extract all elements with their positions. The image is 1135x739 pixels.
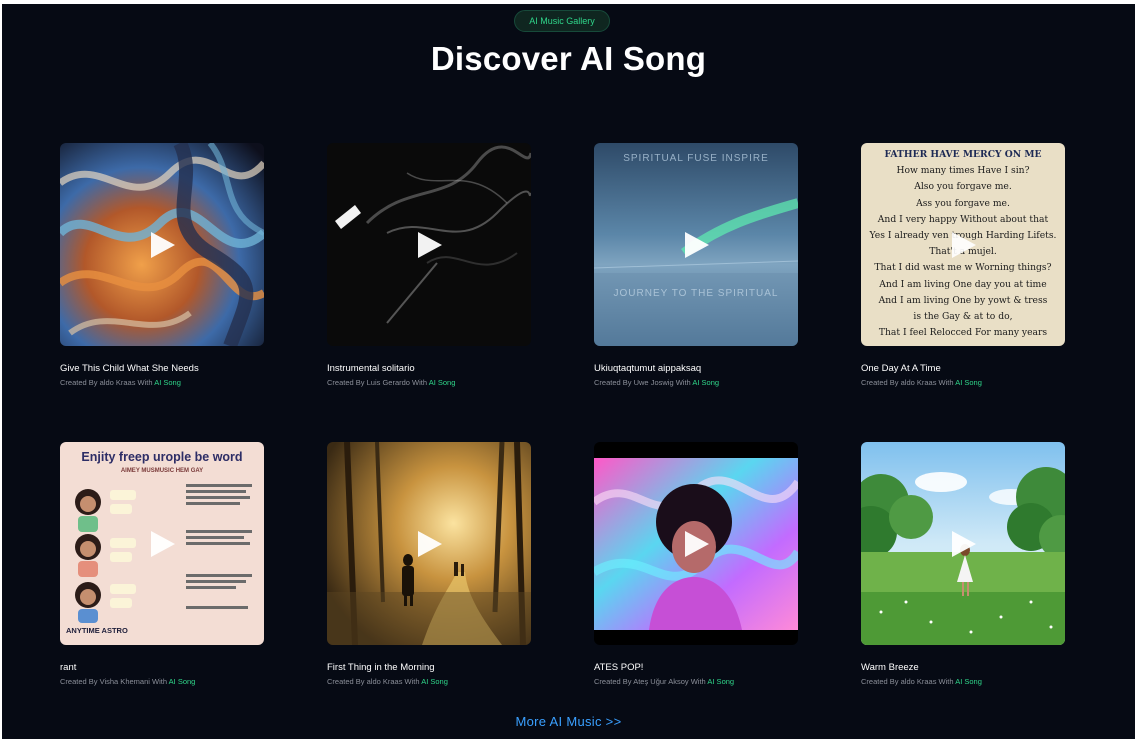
brand-link[interactable]: AI Song xyxy=(429,378,456,387)
brand-link[interactable]: AI Song xyxy=(707,677,734,686)
creator-text: Created By Uwe Joswig With xyxy=(594,378,693,387)
creator-text: Created By aldo Kraas With xyxy=(861,677,956,686)
creator-text: Created By Ateş Uğur Aksoy With xyxy=(594,677,708,686)
song-credit: Created By aldo Kraas With AI Song xyxy=(861,677,982,686)
cover-lyric-line: Ass you forgave me. xyxy=(916,197,1010,209)
cover-lyric-line: Also you forgave me. xyxy=(914,181,1012,193)
cover-lyric-line: And I am living One day you at time xyxy=(879,278,1047,290)
cover-top-text: SPIRITUAL FUSE INSPIRE xyxy=(623,153,769,164)
song-cover[interactable] xyxy=(327,143,531,346)
song-credit: Created By aldo Kraas With AI Song xyxy=(327,677,448,686)
cover-bottom-text: JOURNEY TO THE SPIRITUAL xyxy=(613,288,779,299)
song-card[interactable]: Instrumental solitario Created By Luis G… xyxy=(327,143,531,387)
song-title[interactable]: First Thing in the Morning xyxy=(327,662,435,673)
page-title: Discover AI Song xyxy=(430,40,707,77)
song-cover[interactable] xyxy=(594,442,798,645)
song-credit: Created By Uwe Joswig With AI Song xyxy=(594,378,719,387)
song-title[interactable]: Warm Breeze xyxy=(861,662,919,673)
cover-lyric-line: And I am living One by yowt & tress xyxy=(878,294,1048,306)
cover-footer: ANYTIME ASTRO xyxy=(66,626,128,635)
song-title[interactable]: Give This Child What She Needs xyxy=(60,363,199,374)
play-icon[interactable] xyxy=(147,230,177,260)
brand-link[interactable]: AI Song xyxy=(955,378,982,387)
play-icon[interactable] xyxy=(681,230,711,260)
song-cover[interactable]: FATHER HAVE MERCY ON ME How many times Ha… xyxy=(861,143,1065,346)
play-icon[interactable] xyxy=(948,230,978,260)
brand-link[interactable]: AI Song xyxy=(421,677,448,686)
more-music-link[interactable]: More AI Music >> xyxy=(2,714,1135,729)
brand-link[interactable]: AI Song xyxy=(154,378,181,387)
play-icon[interactable] xyxy=(681,529,711,559)
song-credit: Created By Luis Gerardo With AI Song xyxy=(327,378,455,387)
play-icon[interactable] xyxy=(414,230,444,260)
creator-text: Created By aldo Kraas With xyxy=(60,378,155,387)
song-card[interactable]: Enjity freep urople be word AIMEY MUSMUS… xyxy=(60,442,264,686)
song-title[interactable]: Ukiuqtaqtumut aippaksaq xyxy=(594,363,701,374)
play-icon[interactable] xyxy=(414,529,444,559)
cover-lyric-line: That I did wast me w Worning things? xyxy=(874,262,1052,274)
creator-text: Created By aldo Kraas With xyxy=(327,677,422,686)
song-title[interactable]: One Day At A Time xyxy=(861,363,941,374)
song-card[interactable]: Warm Breeze Created By aldo Kraas With A… xyxy=(861,442,1065,686)
song-credit: Created By Ateş Uğur Aksoy With AI Song xyxy=(594,677,734,686)
cover-lyric-line: And I very happy Without about that xyxy=(877,213,1049,225)
song-cover[interactable] xyxy=(327,442,531,645)
song-card[interactable]: First Thing in the Morning Created By al… xyxy=(327,442,531,686)
song-title[interactable]: Instrumental solitario xyxy=(327,363,415,374)
cover-lyric-line: How many times Have I sin? xyxy=(896,165,1030,177)
creator-text: Created By Luis Gerardo With xyxy=(327,378,429,387)
song-cover[interactable]: Enjity freep urople be word AIMEY MUSMUS… xyxy=(60,442,264,645)
song-cover[interactable] xyxy=(60,143,264,346)
song-credit: Created By Visha Khemani With AI Song xyxy=(60,677,195,686)
song-card[interactable]: FATHER HAVE MERCY ON ME How many times Ha… xyxy=(861,143,1065,387)
song-cover[interactable]: SPIRITUAL FUSE INSPIRE JOURNEY TO THE SP… xyxy=(594,143,798,346)
creator-text: Created By Visha Khemani With xyxy=(60,677,169,686)
cover-lyric-line: FATHER HAVE MERCY ON ME xyxy=(884,149,1042,160)
brand-link[interactable]: AI Song xyxy=(955,677,982,686)
song-title[interactable]: rant xyxy=(60,662,76,673)
song-card[interactable]: Give This Child What She Needs Created B… xyxy=(60,143,264,387)
brand-link[interactable]: AI Song xyxy=(692,378,719,387)
song-card[interactable]: SPIRITUAL FUSE INSPIRE JOURNEY TO THE SP… xyxy=(594,143,798,387)
gallery-badge: AI Music Gallery xyxy=(514,10,610,32)
gallery-section: AI Music Gallery Discover AI Song Give T… xyxy=(2,4,1135,739)
cover-lyric-line: is the Gay & at to do, xyxy=(913,311,1013,323)
brand-link[interactable]: AI Song xyxy=(169,677,196,686)
play-icon[interactable] xyxy=(948,529,978,559)
song-credit: Created By aldo Kraas With AI Song xyxy=(861,378,982,387)
play-icon[interactable] xyxy=(147,529,177,559)
song-cover[interactable] xyxy=(861,442,1065,645)
creator-text: Created By aldo Kraas With xyxy=(861,378,956,387)
song-title[interactable]: ATES POP! xyxy=(594,662,643,673)
song-credit: Created By aldo Kraas With AI Song xyxy=(60,378,181,387)
song-card[interactable]: ATES POP! Created By Ateş Uğur Aksoy Wit… xyxy=(594,442,798,686)
cover-lyric-line: That I feel Relocced For many years xyxy=(878,327,1048,339)
